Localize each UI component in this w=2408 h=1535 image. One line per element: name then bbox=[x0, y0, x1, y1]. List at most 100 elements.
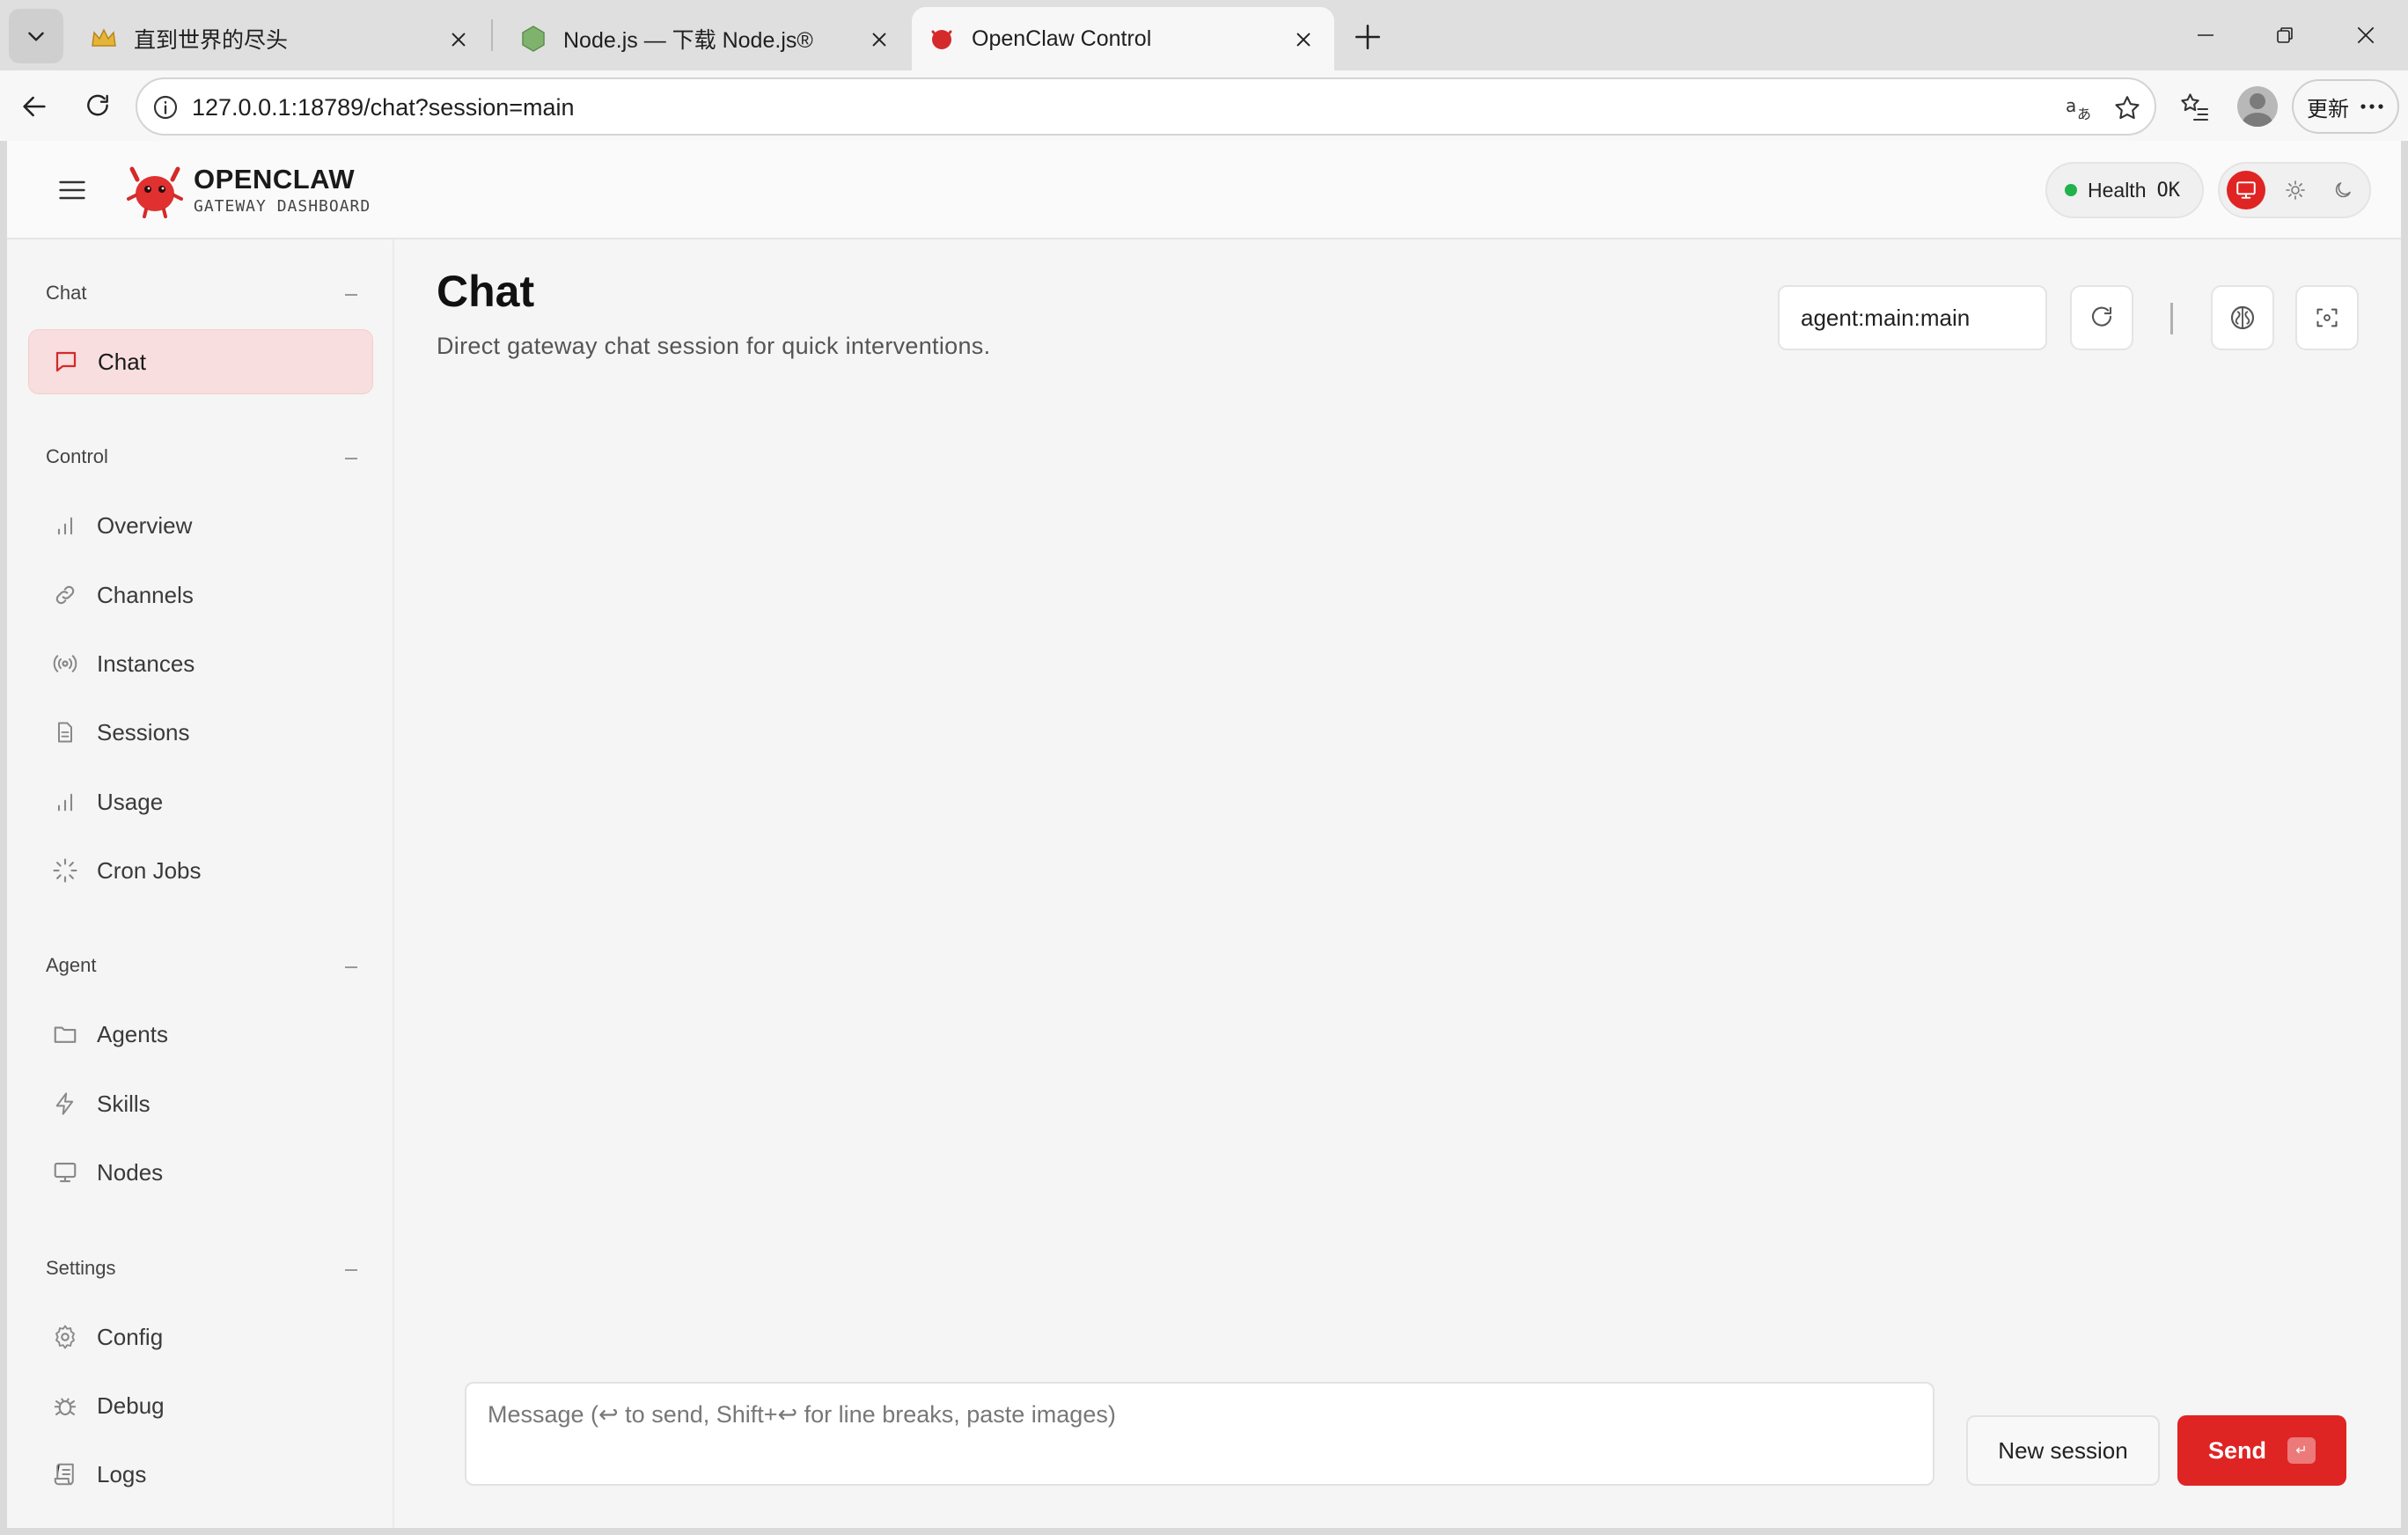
sidebar-item-label: Config bbox=[97, 1323, 164, 1350]
close-icon[interactable] bbox=[868, 28, 891, 51]
settings-icon bbox=[51, 1323, 79, 1351]
close-icon[interactable] bbox=[447, 28, 470, 51]
page-title: Chat bbox=[437, 267, 535, 316]
sidebar-section-chat: Chat bbox=[46, 282, 87, 304]
health-label: Health bbox=[2088, 178, 2147, 202]
sidebar-item-label: Overview bbox=[97, 511, 193, 539]
main-content: Chat Direct gateway chat session for qui… bbox=[394, 239, 2401, 1528]
radio-icon bbox=[51, 650, 79, 678]
openclaw-app: OPENCLAW GATEWAY DASHBOARD Health OK Cha… bbox=[7, 141, 2401, 1528]
health-status-pill: Health OK bbox=[2045, 162, 2204, 218]
bar-chart-icon bbox=[51, 788, 79, 816]
arrow-left-icon bbox=[19, 92, 49, 121]
tab-title: OpenClaw Control bbox=[972, 26, 1152, 51]
sidebar-item-overview[interactable]: Overview bbox=[28, 493, 373, 558]
collapse-section-control[interactable] bbox=[345, 458, 357, 459]
sidebar-item-channels[interactable]: Channels bbox=[28, 562, 373, 628]
sidebar-item-usage[interactable]: Usage bbox=[28, 769, 373, 834]
favorites-icon[interactable] bbox=[2172, 84, 2216, 129]
back-button[interactable] bbox=[12, 84, 56, 129]
sidebar-item-nodes[interactable]: Nodes bbox=[28, 1140, 373, 1205]
site-info-icon[interactable] bbox=[151, 93, 180, 121]
new-session-button[interactable]: New session bbox=[1966, 1415, 2160, 1486]
theme-switcher bbox=[2218, 162, 2371, 218]
sidebar-section-settings: Settings bbox=[46, 1257, 116, 1279]
message-input[interactable]: Message (↩ to send, Shift+↩ for line bre… bbox=[465, 1382, 1934, 1486]
plus-icon bbox=[1353, 22, 1383, 52]
chevron-down-icon bbox=[25, 25, 48, 48]
collapse-section-settings[interactable] bbox=[345, 1269, 357, 1271]
collapse-section-agent[interactable] bbox=[345, 966, 357, 968]
sidebar-item-cron-jobs[interactable]: Cron Jobs bbox=[28, 838, 373, 903]
window-close-button[interactable] bbox=[2339, 12, 2392, 58]
health-dot-icon bbox=[2065, 184, 2077, 196]
refresh-button[interactable] bbox=[2070, 285, 2133, 350]
sidebar-section-control: Control bbox=[46, 445, 108, 467]
monitor-icon bbox=[51, 1158, 79, 1186]
sidebar-item-label: Instances bbox=[97, 650, 195, 677]
openclaw-logo-icon bbox=[127, 162, 183, 218]
sidebar-item-logs[interactable]: Logs bbox=[28, 1442, 373, 1507]
session-selector[interactable]: agent:main:main bbox=[1778, 285, 2047, 350]
browser-tab-strip: 直到世界的尽头 Node.js — 下载 Node.js® OpenClaw C… bbox=[0, 0, 2408, 70]
message-placeholder: Message (↩ to send, Shift+↩ for line bre… bbox=[488, 1401, 1116, 1428]
close-icon[interactable] bbox=[1292, 28, 1315, 51]
reload-button[interactable] bbox=[76, 84, 120, 129]
tab-title: 直到世界的尽头 bbox=[134, 28, 289, 53]
reload-icon bbox=[84, 92, 112, 121]
focus-icon bbox=[2315, 305, 2339, 330]
sidebar-item-skills[interactable]: Skills bbox=[28, 1071, 373, 1136]
profile-avatar[interactable] bbox=[2237, 86, 2278, 127]
moon-icon bbox=[2332, 180, 2353, 201]
translate-icon[interactable]: aあ bbox=[2063, 92, 2096, 125]
minimize-icon bbox=[2195, 25, 2216, 46]
new-tab-button[interactable] bbox=[1347, 16, 1389, 58]
sidebar-item-chat[interactable]: Chat bbox=[28, 329, 373, 394]
sidebar-item-label: Usage bbox=[97, 788, 164, 815]
tab-title: Node.js — 下载 Node.js® bbox=[563, 28, 813, 53]
sidebar-item-label: Sessions bbox=[97, 718, 190, 745]
collapse-section-chat[interactable] bbox=[345, 294, 357, 296]
sidebar: Chat Chat Control Overview Channels Inst… bbox=[7, 239, 394, 1528]
minimize-button[interactable] bbox=[2179, 12, 2232, 58]
theme-light-button[interactable] bbox=[2276, 171, 2315, 209]
theme-dark-button[interactable] bbox=[2324, 171, 2362, 209]
browser-tab[interactable]: 直到世界的尽头 bbox=[62, 7, 489, 70]
browser-tab-active[interactable]: OpenClaw Control bbox=[912, 7, 1334, 70]
svg-text:a: a bbox=[2066, 95, 2076, 116]
thinking-toggle-button[interactable] bbox=[2211, 285, 2274, 350]
sidebar-item-instances[interactable]: Instances bbox=[28, 631, 373, 696]
menu-icon[interactable] bbox=[56, 174, 88, 206]
theme-system-button[interactable] bbox=[2227, 171, 2265, 209]
sidebar-item-label: Skills bbox=[97, 1090, 150, 1117]
sidebar-item-label: Nodes bbox=[97, 1158, 164, 1186]
sidebar-item-sessions[interactable]: Sessions bbox=[28, 700, 373, 765]
sidebar-item-label: Chat bbox=[98, 348, 146, 375]
refresh-icon bbox=[2089, 305, 2115, 331]
health-value: OK bbox=[2156, 179, 2180, 202]
browser-update-button[interactable]: 更新 bbox=[2292, 79, 2399, 134]
address-bar[interactable]: 127.0.0.1:18789/chat?session=main aあ bbox=[136, 77, 2156, 136]
more-icon bbox=[2360, 103, 2384, 110]
url-text: 127.0.0.1:18789/chat?session=main bbox=[192, 94, 575, 121]
close-icon bbox=[2354, 24, 2377, 47]
star-icon[interactable] bbox=[2111, 92, 2144, 125]
tab-actions-button[interactable] bbox=[9, 9, 63, 63]
scroll-icon bbox=[51, 1460, 79, 1488]
sidebar-item-agents[interactable]: Agents bbox=[28, 1002, 373, 1067]
sidebar-section-agent: Agent bbox=[46, 954, 97, 976]
sidebar-item-label: Logs bbox=[97, 1460, 147, 1487]
sidebar-item-config[interactable]: Config bbox=[28, 1304, 373, 1370]
enter-key-icon: ↵ bbox=[2287, 1437, 2316, 1464]
svg-text:あ: あ bbox=[2077, 106, 2091, 122]
link-icon bbox=[51, 581, 79, 609]
sidebar-item-debug[interactable]: Debug bbox=[28, 1373, 373, 1438]
focus-mode-button[interactable] bbox=[2295, 285, 2359, 350]
file-icon bbox=[51, 718, 79, 746]
browser-tab[interactable]: Node.js — 下载 Node.js® bbox=[491, 7, 910, 70]
restore-button[interactable] bbox=[2258, 12, 2311, 58]
send-button[interactable]: Send ↵ bbox=[2177, 1415, 2346, 1486]
toolbar-divider bbox=[2170, 303, 2173, 334]
session-value: agent:main:main bbox=[1801, 304, 1971, 331]
bug-icon bbox=[51, 1392, 79, 1420]
